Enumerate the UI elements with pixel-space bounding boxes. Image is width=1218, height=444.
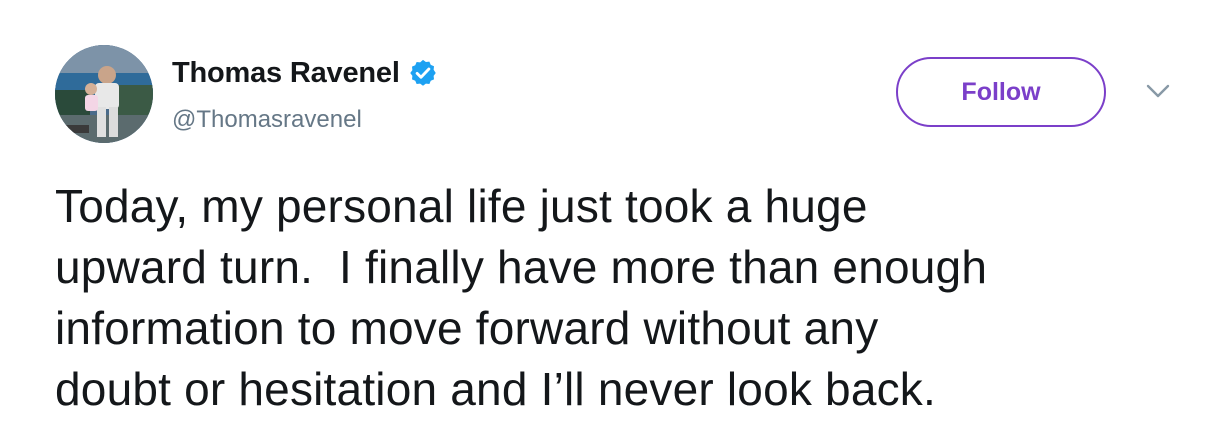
chevron-down-icon[interactable] (1143, 80, 1173, 102)
avatar-image (55, 45, 153, 143)
author-handle[interactable]: @Thomasravenel (172, 106, 362, 134)
author-display-name[interactable]: Thomas Ravenel (172, 56, 400, 90)
tweet-text-line: Today, my personal life just took a huge (55, 180, 868, 232)
tweet-text-line: upward turn. I finally have more than en… (55, 241, 988, 293)
follow-button[interactable]: Follow (896, 57, 1106, 127)
verified-badge-icon (408, 58, 438, 88)
tweet-text-line: information to move forward without any (55, 302, 879, 354)
tweet-text: Today, my personal life just took a huge… (55, 176, 1205, 420)
avatar[interactable] (55, 45, 153, 143)
author-name-row: Thomas Ravenel (172, 56, 438, 90)
tweet-text-line: doubt or hesitation and I’ll never look … (55, 363, 936, 415)
